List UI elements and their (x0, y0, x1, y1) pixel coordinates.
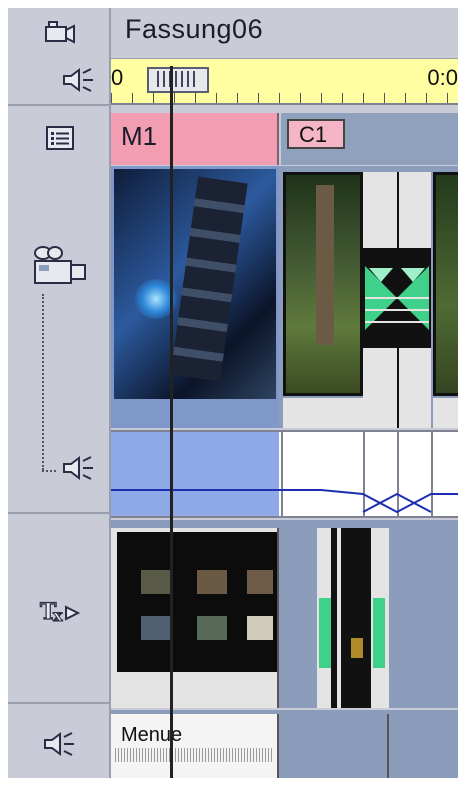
link-connector (42, 294, 46, 470)
video-audio-track[interactable] (111, 430, 458, 518)
speaker-icon (43, 732, 74, 756)
volume-envelope[interactable] (111, 432, 458, 516)
menu-marker-label: M1 (121, 121, 158, 151)
video-clip-film[interactable] (111, 166, 279, 428)
project-title: Fassung06 (125, 14, 264, 44)
track-header-column: T x (8, 8, 111, 778)
title-clip-dark (341, 528, 371, 708)
video-clip-next[interactable] (433, 172, 458, 396)
waveform (115, 748, 273, 762)
track-header-title[interactable]: T x (8, 592, 111, 632)
camera-icon (44, 21, 75, 44)
menu-chapter-track: M1 C1 (111, 105, 458, 165)
clip-selection-band (114, 399, 276, 425)
menu-clip[interactable] (111, 528, 279, 708)
title-icon: T x (39, 598, 80, 626)
music-track: Menue (111, 710, 458, 778)
menu-thumb-cell (141, 570, 171, 594)
time-ruler[interactable]: 0 0:0 (111, 59, 458, 105)
transition-icon (365, 266, 429, 330)
list-icon (45, 126, 74, 150)
title-transition (319, 598, 331, 668)
ruler-ticks (111, 93, 458, 103)
music-clip[interactable]: Menue (111, 714, 279, 778)
project-title-bar: Fassung06 (111, 8, 458, 59)
title-clip[interactable] (317, 528, 389, 708)
speaker-icon (63, 68, 93, 92)
title-text-fragment (351, 638, 363, 658)
video-clip-forest[interactable] (283, 172, 363, 396)
track-header-menu[interactable] (8, 118, 111, 158)
film-frame (170, 176, 248, 382)
ruler-timecode-start: 0 (111, 65, 124, 90)
track-header-video[interactable] (8, 238, 111, 298)
clip-background (433, 398, 458, 428)
speaker-icon (63, 456, 93, 480)
track-header-video-audio[interactable] (8, 448, 111, 488)
tree-trunk (316, 185, 334, 345)
track-separator (8, 104, 111, 106)
chapter-marker-c1[interactable]: C1 (287, 119, 345, 149)
track-header-audio-master[interactable] (8, 60, 111, 100)
scrubber-handle[interactable] (147, 67, 209, 93)
track-header-music[interactable] (8, 724, 111, 764)
title-transition (373, 598, 385, 668)
menu-thumb-cell (247, 570, 273, 594)
timeline: Fassung06 0 0:0 M1 C1 Menue (111, 8, 458, 778)
menu-thumb-cell (197, 570, 227, 594)
clip-background (283, 398, 363, 428)
menu-marker-m1[interactable]: M1 (111, 113, 279, 165)
menu-thumb-cell (141, 616, 171, 640)
menu-thumbnail (117, 532, 277, 672)
svg-text:x: x (53, 606, 63, 625)
menu-thumb-cell (197, 616, 227, 640)
transition-clip[interactable] (363, 172, 431, 428)
music-segment-divider (387, 714, 389, 778)
video-editor-window: T x Fassung06 0 0:0 M1 C1 Menue (0, 0, 458, 791)
track-separator (8, 702, 111, 704)
chapter-marker-label: C1 (299, 122, 328, 147)
playhead[interactable] (170, 66, 173, 778)
menu-thumb-cell (247, 616, 273, 640)
title-clip-divider (331, 528, 337, 708)
track-separator (8, 512, 111, 514)
video-track (111, 166, 458, 428)
title-track (111, 520, 458, 708)
ruler-timecode-right: 0:0 (427, 65, 458, 90)
video-camera-icon (33, 246, 86, 284)
track-header-camera[interactable] (8, 12, 111, 52)
